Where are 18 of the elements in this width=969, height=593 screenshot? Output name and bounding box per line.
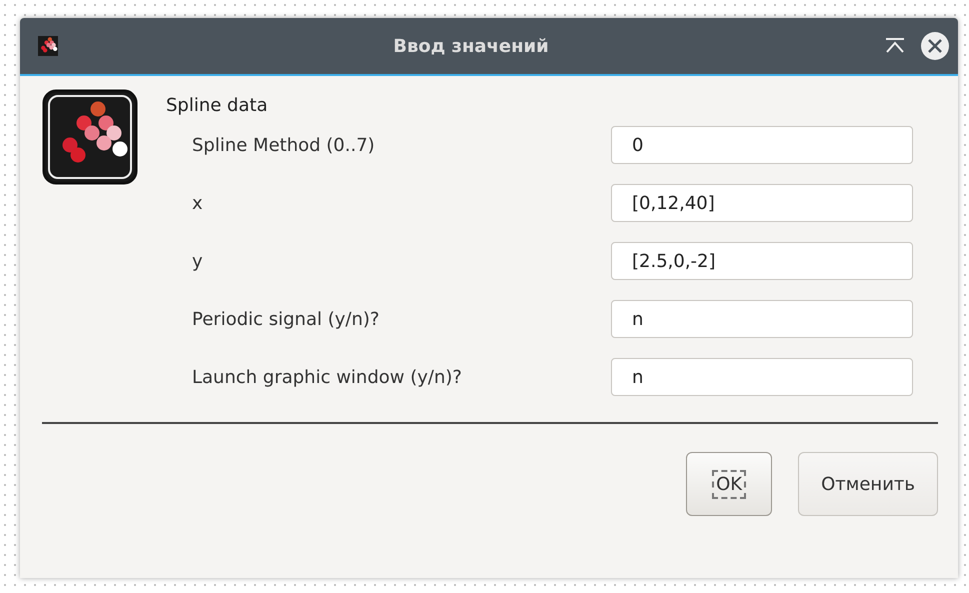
field-label: Periodic signal (y/n)? — [192, 308, 380, 330]
app-icon — [38, 36, 58, 56]
input-field[interactable]: n — [611, 300, 913, 338]
input-field[interactable]: n — [611, 358, 913, 396]
ok-button[interactable]: OK — [686, 452, 772, 516]
field-label: Launch graphic window (y/n)? — [192, 366, 462, 388]
cancel-button[interactable]: Отменить — [798, 452, 938, 516]
input-field[interactable]: 0 — [611, 126, 913, 164]
field-label: x — [192, 192, 203, 214]
input-field[interactable]: [0,12,40] — [611, 184, 913, 222]
close-icon[interactable] — [920, 31, 950, 61]
section-heading: Spline data — [166, 95, 269, 116]
window-title: Ввод значений — [392, 36, 550, 56]
shade-icon[interactable] — [884, 37, 906, 55]
field-label: Spline Method (0..7) — [192, 134, 375, 156]
input-field[interactable]: [2.5,0,-2] — [611, 242, 913, 280]
field-label: y — [192, 250, 203, 272]
app-icon — [42, 89, 138, 185]
